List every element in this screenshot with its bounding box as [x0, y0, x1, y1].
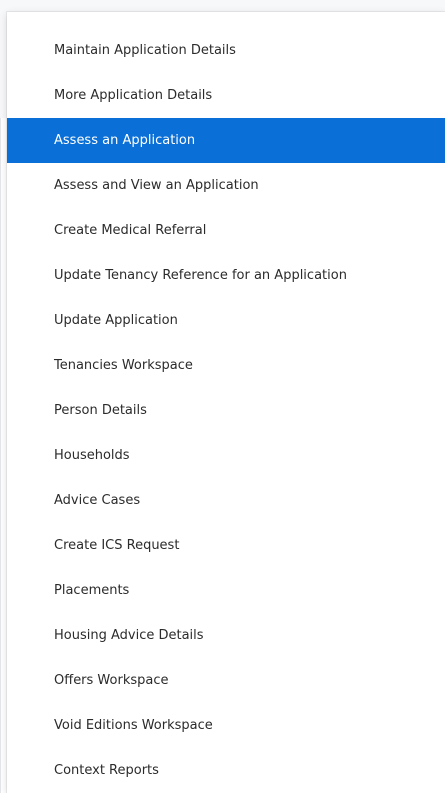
menu-item-create-medical-referral[interactable]: Create Medical Referral [7, 208, 445, 253]
menu-item-create-ics-request[interactable]: Create ICS Request [7, 523, 445, 568]
menu-item-advice-cases[interactable]: Advice Cases [7, 478, 445, 523]
dropdown-menu: Maintain Application Details More Applic… [7, 12, 445, 793]
menu-item-assess-and-view-an-application[interactable]: Assess and View an Application [7, 163, 445, 208]
menu-item-placements[interactable]: Placements [7, 568, 445, 613]
menu-item-more-application-details[interactable]: More Application Details [7, 73, 445, 118]
menu-item-housing-advice-details[interactable]: Housing Advice Details [7, 613, 445, 658]
background-divider [0, 118, 1, 793]
menu-item-update-tenancy-reference[interactable]: Update Tenancy Reference for an Applicat… [7, 253, 445, 298]
menu-item-assess-an-application[interactable]: Assess an Application [7, 118, 445, 163]
menu-item-tenancies-workspace[interactable]: Tenancies Workspace [7, 343, 445, 388]
menu-item-offers-workspace[interactable]: Offers Workspace [7, 658, 445, 703]
menu-item-update-application[interactable]: Update Application [7, 298, 445, 343]
menu-item-void-editions-workspace[interactable]: Void Editions Workspace [7, 703, 445, 748]
menu-item-households[interactable]: Households [7, 433, 445, 478]
menu-item-context-reports[interactable]: Context Reports [7, 748, 445, 793]
page: 292 Maintain Application Details More Ap… [0, 0, 445, 793]
menu-item-maintain-application-details[interactable]: Maintain Application Details [7, 28, 445, 73]
menu-item-person-details[interactable]: Person Details [7, 388, 445, 433]
